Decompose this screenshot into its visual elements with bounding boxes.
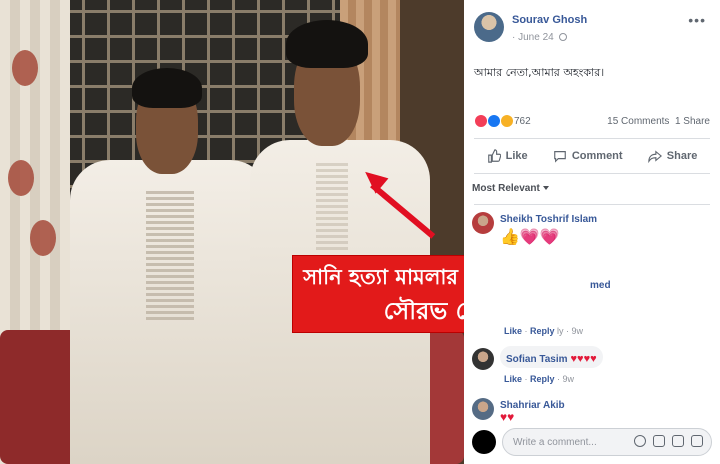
- divider: [474, 173, 710, 174]
- comment-button[interactable]: Comment: [553, 149, 623, 163]
- gif-icon[interactable]: [672, 435, 684, 447]
- comment-label: Comment: [571, 150, 623, 162]
- shares-count[interactable]: 1 Share: [675, 116, 710, 127]
- author-avatar[interactable]: [474, 12, 504, 42]
- commenter-avatar[interactable]: [472, 212, 494, 234]
- comment-icon: [554, 151, 566, 163]
- post-text: আমার নেতা,আমার অহংকার।: [474, 66, 605, 79]
- share-label: Share: [666, 150, 698, 162]
- divider: [474, 204, 710, 205]
- partial-comment-time: ly · 9w: [557, 326, 584, 336]
- caret-down-icon: [542, 186, 549, 190]
- post-header: Sourav Ghosh · June 24 •••: [474, 12, 710, 48]
- write-comment-row: Write a comment...: [472, 428, 712, 456]
- comment-input-placeholder: Write a comment...: [513, 437, 597, 448]
- reaction-count[interactable]: 762: [514, 116, 531, 127]
- comment-hearts: ♥♥♥♥: [570, 353, 597, 365]
- reaction-icons: [474, 114, 514, 130]
- partial-comment-meta: Like · Reply ly · 9w: [504, 326, 584, 336]
- caption-line-1: সানি হত্যা মামলার প্রধান আসামী: [303, 265, 464, 289]
- comment-like-link[interactable]: Like: [504, 374, 522, 384]
- camera-icon[interactable]: [653, 435, 665, 447]
- post-photo[interactable]: সানি হত্যা মামলার প্রধান আসামী সৌরভ ঘোষ: [0, 0, 464, 464]
- comment-input-icons: [634, 435, 703, 447]
- comment-input[interactable]: Write a comment...: [502, 428, 712, 456]
- comment-item: Shahriar Akib ♥♥: [472, 398, 712, 426]
- like-label: Like: [505, 150, 528, 162]
- post-actions: Like Comment Share: [474, 142, 710, 170]
- love-icon: [474, 114, 488, 128]
- sort-dropdown[interactable]: Most Relevant: [472, 183, 549, 194]
- news-caption-box: সানি হত্যা মামলার প্রধান আসামী সৌরভ ঘোষ: [293, 256, 464, 332]
- like-button[interactable]: Like: [487, 149, 528, 163]
- commenter-name[interactable]: Sheikh Toshrif Islam: [500, 214, 597, 225]
- caption-line-2: সৌরভ ঘোষ: [383, 297, 464, 325]
- post-date-text: June 24: [518, 32, 554, 43]
- comment-item: Sheikh Toshrif Islam 👍💗💗: [472, 212, 712, 262]
- sort-label: Most Relevant: [472, 183, 540, 194]
- comment-time: 9w: [562, 374, 575, 384]
- commenter-avatar[interactable]: [472, 398, 494, 420]
- share-icon: [648, 150, 662, 163]
- like-icon: [486, 114, 501, 128]
- share-button[interactable]: Share: [648, 149, 698, 163]
- commenter-avatar[interactable]: [472, 348, 494, 370]
- curtain-flower: [30, 220, 56, 256]
- comment-item: Sofian Tasim ♥♥♥♥ Like · Reply · 9w: [472, 346, 712, 388]
- emoji-icon[interactable]: [634, 435, 646, 447]
- comment-like-link[interactable]: Like: [504, 326, 522, 336]
- curtain-flower: [8, 160, 34, 196]
- post-panel: Sourav Ghosh · June 24 ••• আমার নেতা,আমা…: [464, 0, 720, 464]
- partial-commenter-name[interactable]: med: [590, 280, 611, 291]
- commenter-name[interactable]: Sofian Tasim: [506, 354, 568, 365]
- wow-icon: [499, 114, 514, 128]
- author-name[interactable]: Sourav Ghosh: [512, 14, 587, 26]
- current-user-avatar: [472, 430, 496, 454]
- reactions-bar[interactable]: 762 15 Comments 1 Share: [474, 114, 710, 130]
- comment-meta: Like · Reply · 9w: [504, 374, 575, 384]
- comment-hearts: ♥♥: [500, 410, 515, 424]
- comment-reply-link[interactable]: Reply: [530, 374, 555, 384]
- divider: [474, 138, 710, 139]
- more-horizontal-icon[interactable]: •••: [688, 12, 706, 28]
- comments-count[interactable]: 15 Comments: [607, 116, 669, 127]
- post-date[interactable]: · June 24: [512, 32, 568, 43]
- globe-icon: [559, 33, 568, 41]
- sticker-icon[interactable]: [691, 435, 703, 447]
- curtain-flower: [12, 50, 38, 86]
- thumbs-up-icon: [487, 149, 501, 163]
- comment-bubble: Sofian Tasim ♥♥♥♥: [500, 346, 603, 368]
- comment-reply-link[interactable]: Reply: [530, 326, 555, 336]
- comment-emoji: 👍💗💗: [500, 229, 560, 246]
- comments-shares-count: 15 Comments 1 Share: [607, 116, 710, 127]
